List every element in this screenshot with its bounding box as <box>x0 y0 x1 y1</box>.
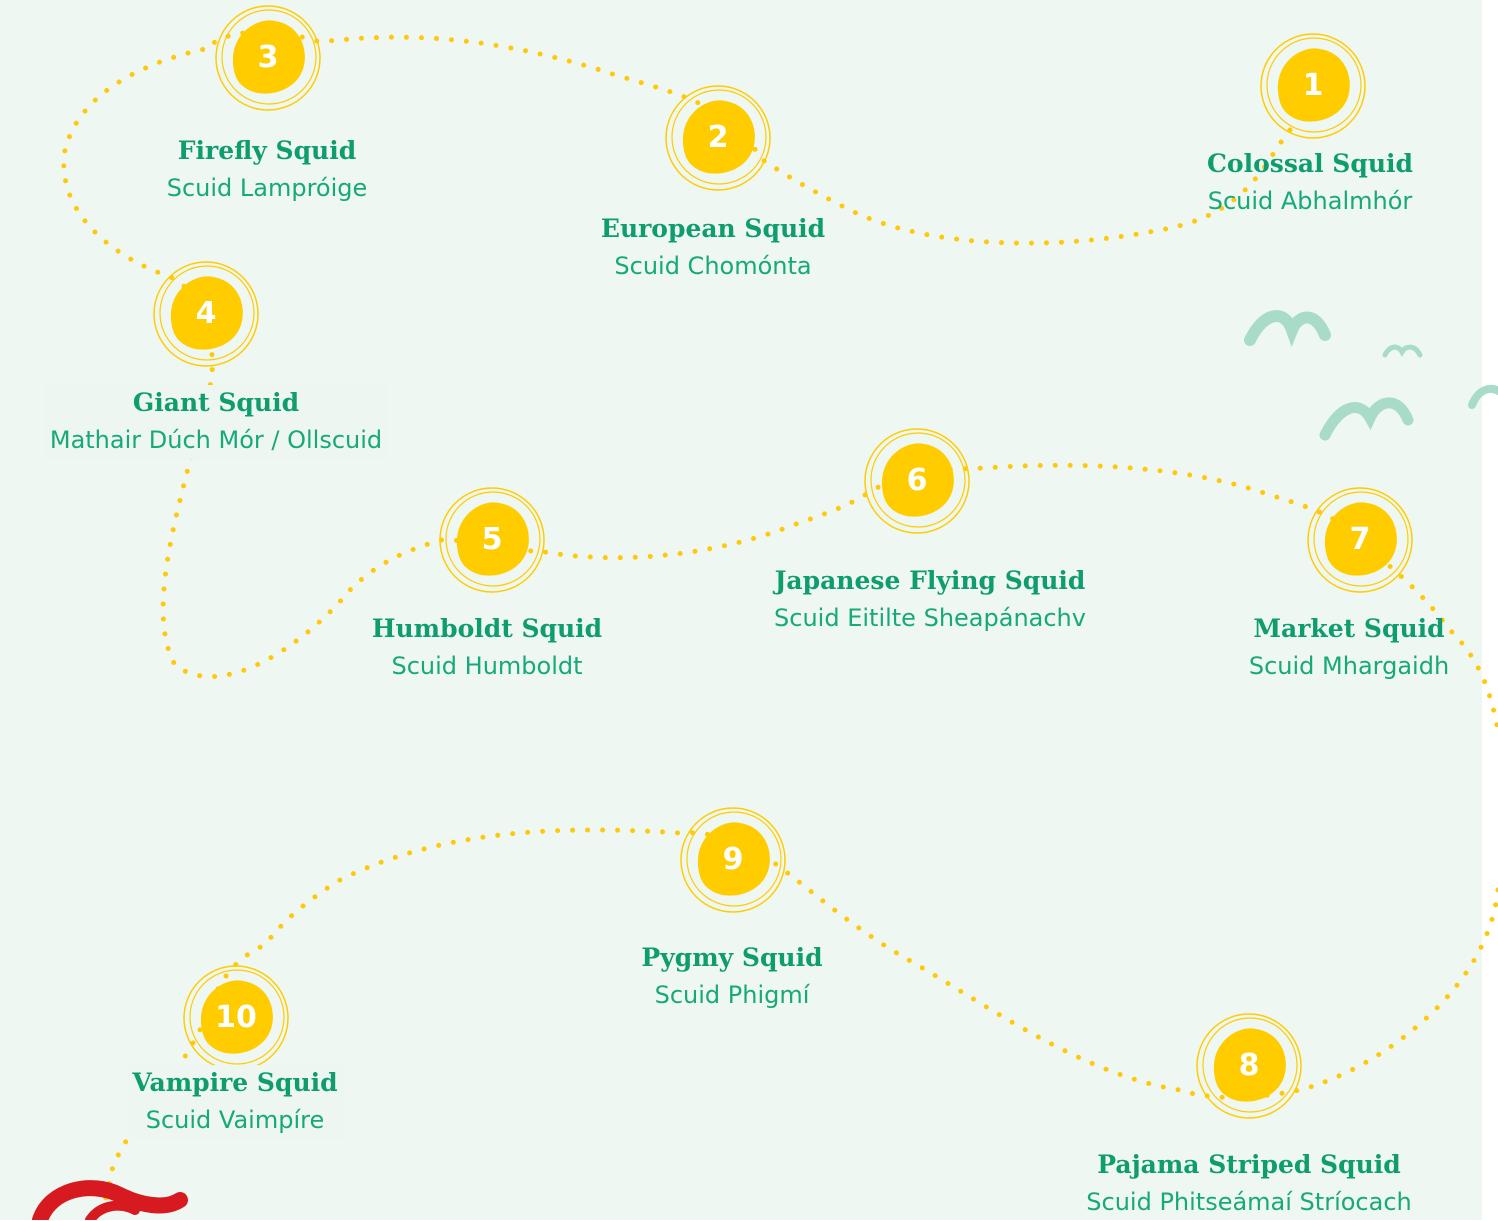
stop-label-10: Vampire Squid Scuid Vaimpíre <box>126 1065 344 1139</box>
stop-name-ga: Scuid Vaimpíre <box>145 1106 325 1134</box>
stop-badge-1[interactable]: 1 <box>1258 31 1368 141</box>
stop-number: 9 <box>722 842 744 877</box>
stop-name-en: Pajama Striped Squid <box>1097 1150 1401 1179</box>
stop-label-3: Firefly Squid Scuid Lampróige <box>167 133 368 207</box>
stop-label-6: Japanese Flying Squid Scuid Eitilte Shea… <box>774 563 1086 637</box>
stop-name-ga: Scuid Chomónta <box>614 252 812 280</box>
stop-name-ga: Scuid Lampróige <box>166 174 368 202</box>
stop-name-ga: Scuid Phigmí <box>654 981 810 1009</box>
stop-name-ga: Scuid Phitseámaí Stríocach <box>1086 1188 1412 1216</box>
stop-name-en: Vampire Squid <box>132 1068 338 1097</box>
bird-icon <box>1244 310 1498 441</box>
stop-label-5: Humboldt Squid Scuid Humboldt <box>372 611 602 685</box>
stop-name-en: European Squid <box>600 214 826 243</box>
stop-number: 3 <box>257 40 279 75</box>
stop-badge-3[interactable]: 3 <box>213 3 323 113</box>
stop-badge-5[interactable]: 5 <box>437 485 547 595</box>
stop-number: 7 <box>1349 522 1371 557</box>
stop-badge-2[interactable]: 2 <box>663 83 773 193</box>
stop-name-ga: Scuid Abhalmhór <box>1207 187 1413 215</box>
stop-name-ga: Scuid Mhargaidh <box>1248 652 1450 680</box>
stop-label-8: Pajama Striped Squid Scuid Phitseámaí St… <box>1086 1147 1411 1221</box>
stop-label-4: Giant Squid Mathair Dúch Mór / Ollscuid <box>43 385 389 459</box>
stop-name-en: Humboldt Squid <box>371 614 603 643</box>
stop-name-ga: Scuid Eitilte Sheapánachv <box>774 604 1086 632</box>
stop-label-9: Pygmy Squid Scuid Phigmí <box>641 940 822 1014</box>
stop-label-2: European Squid Scuid Chomónta <box>601 211 825 285</box>
stop-number: 8 <box>1238 1048 1260 1083</box>
stop-name-en: Market Squid <box>1253 614 1445 643</box>
stop-number: 2 <box>707 120 729 155</box>
stop-label-7: Market Squid Scuid Mhargaidh <box>1249 611 1449 685</box>
stop-badge-7[interactable]: 7 <box>1305 485 1415 595</box>
stop-number: 10 <box>215 1000 257 1035</box>
stop-badge-4[interactable]: 4 <box>151 259 261 369</box>
stop-number: 5 <box>481 522 503 557</box>
stop-number: 4 <box>195 296 217 331</box>
stop-name-en: Japanese Flying Squid <box>774 566 1086 595</box>
stop-label-1: Colossal Squid Scuid Abhalmhór <box>1207 146 1413 220</box>
squid-tentacle-icon <box>32 1180 188 1220</box>
stop-name-en: Pygmy Squid <box>641 943 823 972</box>
stop-number: 1 <box>1302 68 1324 103</box>
stop-name-en: Giant Squid <box>132 388 300 417</box>
stop-name-en: Colossal Squid <box>1207 149 1413 178</box>
stop-badge-9[interactable]: 9 <box>678 805 788 915</box>
stop-number: 6 <box>906 463 928 498</box>
stop-name-en: Firefly Squid <box>177 136 357 165</box>
stop-name-ga: Scuid Humboldt <box>391 652 583 680</box>
stop-badge-6[interactable]: 6 <box>862 426 972 536</box>
stop-badge-8[interactable]: 8 <box>1194 1011 1304 1121</box>
stop-name-ga: Mathair Dúch Mór / Ollscuid <box>49 426 383 454</box>
stop-badge-10[interactable]: 10 <box>181 963 291 1073</box>
